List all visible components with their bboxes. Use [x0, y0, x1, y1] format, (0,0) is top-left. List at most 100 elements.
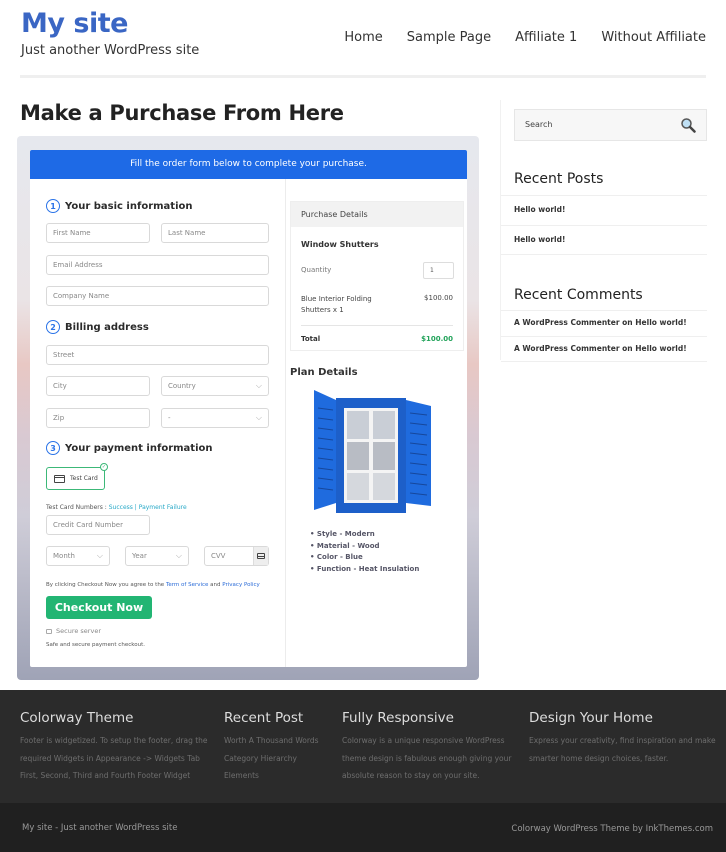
footer-post-link[interactable]: Worth A Thousand Words: [224, 732, 334, 750]
search-icon[interactable]: [680, 117, 696, 133]
plan-features: Style - Modern Material - Wood Color - B…: [310, 529, 419, 575]
footer-post-link[interactable]: Elements: [224, 767, 334, 785]
footer-widgets: Colorway Theme Footer is widgetized. To …: [0, 690, 726, 803]
checkout-now-button[interactable]: Checkout Now: [46, 596, 152, 619]
recent-comment-link[interactable]: A WordPress Commenter on Hello world!: [501, 310, 707, 336]
secure-label: Secure server: [56, 627, 101, 635]
footer-theme-credit[interactable]: Colorway WordPress Theme by InkThemes.co…: [511, 824, 713, 834]
section-title: Billing address: [65, 321, 149, 333]
nav-home[interactable]: Home: [344, 30, 382, 45]
divider: [301, 325, 453, 326]
cvv-input[interactable]: CVV: [204, 546, 269, 566]
step-number: 1: [46, 199, 60, 213]
last-name-input[interactable]: Last Name: [161, 223, 269, 243]
site-title[interactable]: My site: [21, 8, 128, 39]
feature-item: Function - Heat Insulation: [310, 564, 419, 576]
footer-col-recent-post: Recent Post Worth A Thousand Words Categ…: [224, 710, 334, 785]
feature-item: Style - Modern: [310, 529, 419, 541]
order-summary: Purchase Details Window Shutters Quantit…: [286, 179, 467, 667]
footer-col-text: Footer is widgetized. To setup the foote…: [20, 736, 208, 780]
year-select[interactable]: Year: [125, 546, 189, 566]
nav-without-affiliate[interactable]: Without Affiliate: [601, 30, 706, 45]
payment-option-label: Test Card: [70, 475, 98, 482]
zip-input[interactable]: Zip: [46, 408, 150, 428]
quantity-label: Quantity: [301, 266, 332, 274]
nav-sample-page[interactable]: Sample Page: [407, 30, 491, 45]
search-input[interactable]: Search: [514, 109, 707, 141]
state-select[interactable]: -: [161, 408, 269, 428]
payment-option-test-card[interactable]: Test Card ✓: [46, 463, 108, 490]
site-header: My site Just another WordPress site Home…: [0, 0, 726, 80]
form-banner: Fill the order form below to complete yo…: [30, 150, 467, 179]
search-placeholder: Search: [525, 120, 553, 129]
footer-col-text: Colorway is a unique responsive WordPres…: [342, 736, 512, 780]
privacy-link[interactable]: Privacy Policy: [222, 582, 259, 588]
footer-col-title: Design Your Home: [529, 710, 653, 726]
first-name-input[interactable]: First Name: [46, 223, 150, 243]
quantity-input[interactable]: 1: [423, 262, 454, 279]
footer-bottom-bar: My site - Just another WordPress site Co…: [0, 803, 726, 852]
secure-server: Secure server: [46, 627, 101, 635]
blue-window-shutters-image: [314, 390, 431, 513]
step-number: 3: [46, 441, 60, 455]
page-title: Make a Purchase From Here: [20, 101, 344, 125]
line-item-price: $100.00: [424, 294, 453, 302]
selected-check-icon: ✓: [100, 463, 108, 471]
footer-col-title: Fully Responsive: [342, 710, 454, 726]
site-tagline: Just another WordPress site: [21, 43, 200, 58]
month-select[interactable]: Month: [46, 546, 110, 566]
section-payment: 3 Your payment information: [46, 441, 213, 455]
product-name: Window Shutters: [301, 240, 379, 249]
total-label: Total: [301, 335, 321, 343]
plan-details-heading: Plan Details: [290, 367, 358, 378]
sidebar: Search Recent Posts Hello world! Hello w…: [500, 100, 707, 362]
section-title: Your payment information: [65, 442, 213, 454]
order-form: 1 Your basic information First Name Last…: [30, 179, 286, 667]
section-title: Your basic information: [65, 200, 193, 212]
safe-checkout-note: Safe and secure payment checkout.: [46, 642, 145, 648]
cvv-placeholder: CVV: [211, 552, 226, 560]
header-divider: [20, 75, 706, 78]
footer-col-text: Express your creativity, find inspiratio…: [529, 736, 716, 763]
street-input[interactable]: Street: [46, 345, 269, 365]
company-input[interactable]: Company Name: [46, 286, 269, 306]
feature-item: Material - Wood: [310, 541, 419, 553]
footer-col-title: Colorway Theme: [20, 710, 134, 726]
credit-card-input[interactable]: Credit Card Number: [46, 515, 150, 535]
recent-comments-title: Recent Comments: [514, 287, 643, 303]
terms-agreement: By clicking Checkout Now you agree to th…: [46, 582, 260, 588]
footer-site-credit[interactable]: My site - Just another WordPress site: [22, 823, 177, 833]
credit-card-icon: [54, 474, 65, 483]
main-nav: Home Sample Page Affiliate 1 Without Aff…: [320, 30, 706, 45]
line-item-name: Blue Interior Folding Shutters x 1: [301, 295, 372, 314]
purchase-details: Purchase Details Window Shutters Quantit…: [290, 201, 464, 351]
agree-text: By clicking Checkout Now you agree to th…: [46, 582, 166, 588]
total-value: $100.00: [421, 335, 453, 343]
test-card-label: Test Card Numbers :: [46, 504, 109, 511]
test-card-numbers: Test Card Numbers : Success | Payment Fa…: [46, 504, 187, 511]
nav-affiliate-1[interactable]: Affiliate 1: [515, 30, 577, 45]
purchase-details-heading: Purchase Details: [291, 202, 463, 227]
and-text: and: [208, 582, 223, 588]
checkout-frame: Fill the order form below to complete yo…: [17, 136, 479, 680]
email-input[interactable]: Email Address: [46, 255, 269, 275]
checkout-card: Fill the order form below to complete yo…: [30, 150, 467, 667]
section-basic-info: 1 Your basic information: [46, 199, 193, 213]
city-input[interactable]: City: [46, 376, 150, 396]
footer-col-colorway: Colorway Theme Footer is widgetized. To …: [20, 710, 212, 785]
recent-post-link[interactable]: Hello world!: [501, 225, 707, 255]
test-failure-link[interactable]: Payment Failure: [139, 504, 187, 511]
test-success-link[interactable]: Success: [109, 504, 133, 511]
recent-post-link[interactable]: Hello world!: [501, 195, 707, 225]
step-number: 2: [46, 320, 60, 334]
footer-post-link[interactable]: Category Hierarchy: [224, 750, 334, 768]
footer-col-title: Recent Post: [224, 710, 304, 726]
recent-comment-link[interactable]: A WordPress Commenter on Hello world!: [501, 336, 707, 362]
recent-posts-title: Recent Posts: [514, 171, 604, 187]
footer-col-design: Design Your Home Express your creativity…: [529, 710, 719, 767]
terms-link[interactable]: Term of Service: [166, 582, 208, 588]
lock-icon: [46, 629, 52, 634]
cvv-card-icon: [253, 547, 268, 565]
country-select[interactable]: Country: [161, 376, 269, 396]
footer-col-responsive: Fully Responsive Colorway is a unique re…: [342, 710, 517, 785]
